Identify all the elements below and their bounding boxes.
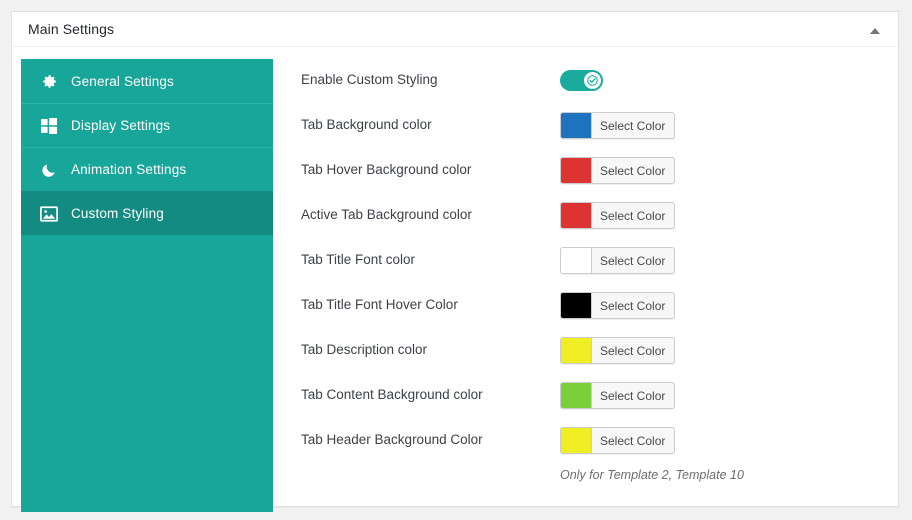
color-picker-button[interactable]: Select Color <box>560 382 676 409</box>
select-color-label: Select Color <box>600 163 666 178</box>
form-row-tab-title-font-hover-color: Tab Title Font Hover Color Select Color <box>290 284 888 329</box>
color-picker-button[interactable]: Select Color <box>560 112 676 139</box>
color-picker-button[interactable]: Select Color <box>560 427 676 454</box>
page-title: Main Settings <box>28 21 115 37</box>
color-swatch <box>561 293 592 318</box>
color-picker-button[interactable]: Select Color <box>560 292 676 319</box>
row-control: Select Color <box>560 337 676 368</box>
row-label: Tab Background color <box>301 117 432 132</box>
panel-body: General Settings Display Settings Animat… <box>12 47 898 512</box>
color-picker-button[interactable]: Select Color <box>560 247 676 274</box>
sidebar-item-display-settings[interactable]: Display Settings <box>21 103 273 147</box>
row-control: Select Color <box>560 157 676 188</box>
main-settings-panel: Main Settings General Settings Display S… <box>11 11 899 512</box>
form-row-tab-hover-background-color: Tab Hover Background color Select Color <box>290 149 888 194</box>
grid-icon <box>39 116 59 136</box>
select-color-label: Select Color <box>600 298 666 313</box>
image-icon <box>39 204 59 224</box>
sidebar-item-custom-styling[interactable]: Custom Styling <box>21 191 273 235</box>
color-picker-button[interactable]: Select Color <box>560 157 676 184</box>
color-picker-button[interactable]: Select Color <box>560 202 676 229</box>
color-swatch <box>561 248 592 273</box>
triangle-up-glyph <box>870 28 880 34</box>
panel-header: Main Settings <box>12 12 898 47</box>
enable-custom-styling-toggle[interactable] <box>560 70 603 91</box>
select-color-label: Select Color <box>600 118 666 133</box>
form-row-tab-header-background-color: Tab Header Background Color Select Color <box>290 419 888 464</box>
sidebar-item-label: General Settings <box>71 73 174 89</box>
color-swatch <box>561 158 592 183</box>
settings-sidebar: General Settings Display Settings Animat… <box>21 59 273 512</box>
sidebar-item-label: Display Settings <box>71 118 171 133</box>
form-row-tab-content-background-color: Tab Content Background color Select Colo… <box>290 374 888 419</box>
sidebar-item-animation-settings[interactable]: Animation Settings <box>21 147 273 191</box>
color-swatch <box>561 383 592 408</box>
template-note: Only for Template 2, Template 10 <box>560 468 744 482</box>
sidebar-item-label: Custom Styling <box>71 206 164 221</box>
row-control: Select Color <box>560 427 676 458</box>
form-row-tab-background-color: Tab Background color Select Color <box>290 104 888 149</box>
color-swatch <box>561 338 592 363</box>
select-color-label: Select Color <box>600 208 666 223</box>
form-row-note: Only for Template 2, Template 10 <box>290 464 888 509</box>
row-control: Select Color <box>560 292 676 323</box>
select-color-label: Select Color <box>600 343 666 358</box>
color-swatch <box>561 203 592 228</box>
color-picker-button[interactable]: Select Color <box>560 337 676 364</box>
row-label: Tab Title Font color <box>301 252 416 267</box>
form-row-tab-title-font-color: Tab Title Font color Select Color <box>290 239 888 284</box>
row-label: Tab Content Background color <box>301 387 483 402</box>
row-label: Tab Hover Background color <box>301 162 472 177</box>
row-control: Select Color <box>560 112 676 143</box>
row-label: Active Tab Background color <box>301 207 472 222</box>
triangle-up-icon[interactable] <box>870 25 884 37</box>
sidebar-item-general-settings[interactable]: General Settings <box>21 59 273 103</box>
form-row-tab-description-color: Tab Description color Select Color <box>290 329 888 374</box>
form-row-enable-custom-styling: Enable Custom Styling <box>290 59 888 104</box>
color-swatch <box>561 428 592 453</box>
row-control: Select Color <box>560 382 676 413</box>
form-row-active-tab-background-color: Active Tab Background color Select Color <box>290 194 888 239</box>
select-color-label: Select Color <box>600 433 666 448</box>
row-label: Tab Description color <box>301 342 428 357</box>
row-control: Select Color <box>560 247 676 278</box>
gear-icon <box>39 71 59 91</box>
row-control: Select Color <box>560 202 676 233</box>
row-label: Tab Header Background Color <box>301 432 483 447</box>
select-color-label: Select Color <box>600 388 666 403</box>
select-color-label: Select Color <box>600 253 666 268</box>
moon-icon <box>39 160 59 180</box>
row-label: Enable Custom Styling <box>301 72 438 87</box>
toggle-knob <box>584 72 601 89</box>
sidebar-item-label: Animation Settings <box>71 162 187 177</box>
color-swatch <box>561 113 592 138</box>
row-label: Tab Title Font Hover Color <box>301 297 458 312</box>
settings-form: Enable Custom Styling Tab Background col <box>290 59 888 509</box>
row-control <box>560 67 603 91</box>
